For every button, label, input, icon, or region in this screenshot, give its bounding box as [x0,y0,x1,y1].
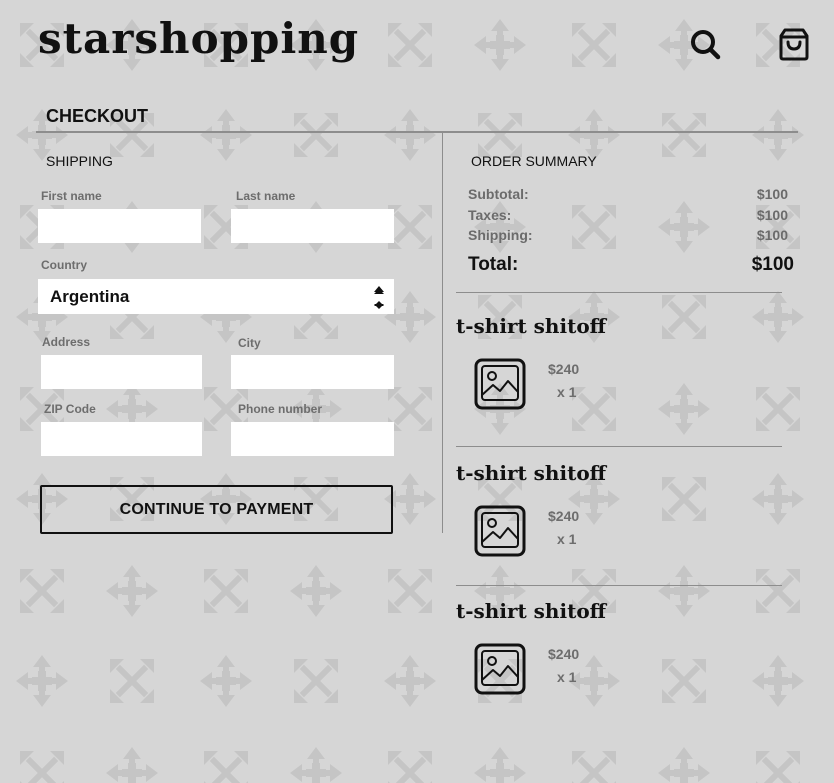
site-logo[interactable]: starshopping [38,14,359,63]
continue-to-payment-button[interactable]: CONTINUE TO PAYMENT [40,485,393,534]
total-row: Total: $100 [468,254,794,276]
address-label: Address [42,335,91,349]
last-name-label: Last name [236,189,296,203]
shopping-bag-icon [779,28,809,61]
taxes-label: Taxes: [468,207,512,223]
shipping-section-title: SHIPPING [46,153,113,169]
country-label: Country [41,258,87,272]
subtotal-label: Subtotal: [468,186,529,202]
item-price: $240 [548,646,580,662]
item-name[interactable]: t-shirt shitoff [456,461,606,485]
item-quantity: x 1 [557,531,577,547]
total-label: Total: [468,254,519,275]
taxes-value: $100 [756,207,788,223]
shipping-row: Shipping: $100 [468,227,788,243]
zip-code-label: ZIP Code [44,402,96,416]
item-price: $240 [548,508,580,524]
column-divider [442,133,443,533]
item-name[interactable]: t-shirt shitoff [456,599,606,623]
search-button[interactable] [688,27,722,61]
page-title: CHECKOUT [46,106,148,126]
item-quantity: x 1 [557,384,577,400]
image-placeholder-icon [474,643,526,695]
select-arrows-icon [374,286,384,309]
search-icon [691,30,721,60]
phone-number-field[interactable] [231,422,394,456]
city-label: City [238,336,261,350]
summary-divider [456,292,782,293]
order-summary-title: ORDER SUMMARY [471,153,597,169]
country-select[interactable]: Argentina [38,279,394,314]
item-quantity: x 1 [557,669,577,685]
shipping-cost-value: $100 [756,227,788,243]
shipping-cost-label: Shipping: [468,227,533,243]
image-placeholder-icon [474,505,526,557]
total-value: $100 [751,254,794,275]
last-name-field[interactable] [231,209,394,243]
item-divider [456,446,782,447]
country-select-value: Argentina [50,287,130,306]
zip-code-field[interactable] [41,422,202,456]
subtotal-row: Subtotal: $100 [468,186,788,202]
phone-number-label: Phone number [238,402,323,416]
subtotal-value: $100 [756,186,788,202]
cart-button[interactable] [777,27,811,61]
item-divider [456,585,782,586]
address-field[interactable] [41,355,202,389]
image-placeholder-icon [474,358,526,410]
taxes-row: Taxes: $100 [468,207,788,223]
city-field[interactable] [231,355,394,389]
item-name[interactable]: t-shirt shitoff [456,314,606,338]
first-name-field[interactable] [38,209,201,243]
header-divider [36,131,798,133]
item-price: $240 [548,361,580,377]
first-name-label: First name [41,189,102,203]
